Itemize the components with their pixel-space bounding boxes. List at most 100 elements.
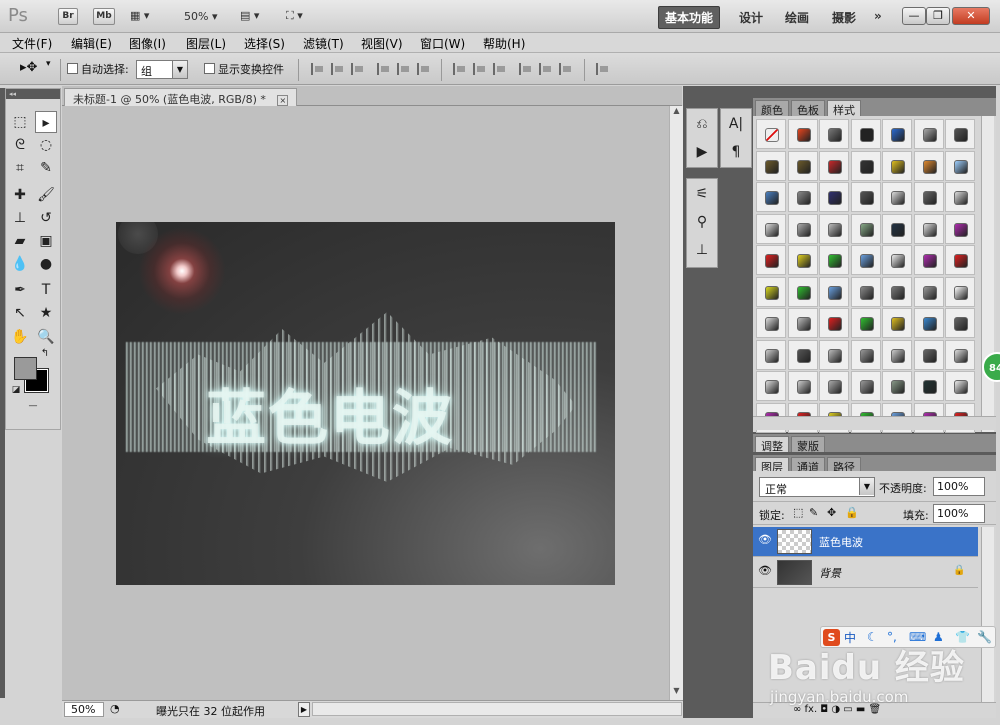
style-swatch[interactable] <box>756 150 786 181</box>
auto-align-icon[interactable] <box>596 63 610 75</box>
align-left-icon[interactable] <box>377 63 391 75</box>
screen-mode-icon[interactable]: ⛶ ▾ <box>286 9 303 25</box>
style-swatch[interactable] <box>913 150 944 181</box>
actions-icon[interactable]: ▶ <box>687 139 717 165</box>
style-swatch[interactable] <box>882 276 912 307</box>
align-top-icon[interactable] <box>311 63 325 75</box>
lasso-tool-icon[interactable]: ᘓ <box>9 134 31 156</box>
layer-row[interactable]: 👁 背景 🔒 <box>753 558 978 588</box>
menu-window[interactable]: 窗口(W) <box>420 35 465 52</box>
style-swatch[interactable] <box>945 308 975 338</box>
lock-position-icon[interactable]: ✥ <box>827 506 836 519</box>
style-swatch[interactable] <box>850 371 881 401</box>
path-selection-tool-icon[interactable]: ↖ <box>9 302 31 324</box>
style-swatch[interactable] <box>787 276 818 307</box>
blur-tool-icon[interactable]: 💧 <box>9 253 31 275</box>
marquee-tool-icon[interactable]: ⬚ <box>9 111 31 133</box>
character-icon[interactable]: A| <box>721 111 751 137</box>
style-swatch[interactable] <box>945 119 975 149</box>
scroll-up-icon[interactable]: ▲ <box>670 106 683 120</box>
tab-adjustments[interactable]: 调整 <box>755 436 789 453</box>
style-swatch[interactable] <box>913 308 944 338</box>
style-swatch[interactable] <box>787 245 818 275</box>
workspace-photography[interactable]: 摄影 <box>832 9 856 26</box>
style-swatch[interactable] <box>913 119 944 149</box>
style-swatch[interactable] <box>913 213 944 244</box>
style-swatch[interactable] <box>756 371 786 401</box>
style-swatch[interactable] <box>756 308 786 338</box>
distribute-hcenter-icon[interactable] <box>539 63 553 75</box>
style-swatch[interactable] <box>913 371 944 401</box>
scroll-down-icon[interactable]: ▼ <box>670 686 683 700</box>
style-swatch[interactable] <box>756 339 786 370</box>
ime-mode[interactable]: 中 <box>844 629 856 646</box>
style-swatch[interactable] <box>787 150 818 181</box>
style-swatch[interactable] <box>945 339 975 370</box>
style-swatch[interactable] <box>850 182 881 212</box>
menu-filter[interactable]: 滤镜(T) <box>303 35 344 52</box>
history-icon[interactable]: ⎌ <box>687 111 717 137</box>
type-tool-icon[interactable]: T <box>35 279 57 301</box>
close-button[interactable]: ✕ <box>952 7 990 25</box>
lock-pixels-icon[interactable]: ✎ <box>809 506 818 519</box>
layer-row[interactable]: 👁 蓝色电波 <box>753 527 978 557</box>
align-vcenter-icon[interactable] <box>331 63 345 75</box>
history-brush-tool-icon[interactable]: ↺ <box>35 207 57 229</box>
menu-view[interactable]: 视图(V) <box>361 35 403 52</box>
style-swatch[interactable] <box>850 213 881 244</box>
foreground-color-swatch[interactable] <box>14 357 37 380</box>
distribute-top-icon[interactable] <box>453 63 467 75</box>
style-swatch[interactable] <box>787 371 818 401</box>
style-swatch[interactable] <box>850 119 881 149</box>
style-swatch[interactable] <box>819 119 849 149</box>
paragraph-icon[interactable]: ¶ <box>721 139 751 165</box>
wrench-icon[interactable]: 🔧 <box>977 630 992 644</box>
style-swatch[interactable] <box>819 182 849 212</box>
menu-select[interactable]: 选择(S) <box>244 35 285 52</box>
auto-select-checkbox[interactable] <box>67 63 78 74</box>
eyedropper-tool-icon[interactable]: ✎ <box>35 157 57 179</box>
restore-button[interactable]: ❐ <box>926 7 950 25</box>
style-swatch[interactable] <box>819 339 849 370</box>
opacity-input[interactable]: 100% <box>933 477 985 496</box>
clone-source-icon[interactable]: ⊥ <box>687 237 717 263</box>
clone-stamp-tool-icon[interactable]: ⊥ <box>9 207 31 229</box>
distribute-left-icon[interactable] <box>519 63 533 75</box>
close-tab-icon[interactable]: × <box>277 94 289 106</box>
style-swatch[interactable] <box>819 308 849 338</box>
style-swatch[interactable] <box>882 371 912 401</box>
quick-selection-tool-icon[interactable]: ◌ <box>35 134 57 156</box>
style-swatch[interactable] <box>787 182 818 212</box>
style-swatch[interactable] <box>882 150 912 181</box>
tab-swatches[interactable]: 色板 <box>791 100 825 117</box>
moon-icon[interactable]: ☾ <box>867 630 878 644</box>
punctuation-icon[interactable]: °, <box>887 630 897 644</box>
auto-select-dropdown[interactable]: 组 ▼ <box>136 60 188 79</box>
style-swatch[interactable] <box>756 276 786 307</box>
style-swatch[interactable] <box>945 371 975 401</box>
style-swatch[interactable] <box>882 308 912 338</box>
style-swatch[interactable] <box>787 119 818 149</box>
tab-styles[interactable]: 样式 <box>827 100 861 117</box>
tab-masks[interactable]: 蒙版 <box>791 436 825 453</box>
bridge-button[interactable]: Br <box>58 8 78 25</box>
eraser-tool-icon[interactable]: ▰ <box>9 230 31 252</box>
style-swatch[interactable] <box>819 245 849 275</box>
align-right-icon[interactable] <box>417 63 431 75</box>
pen-tool-icon[interactable]: ✒ <box>9 279 31 301</box>
keyboard-icon[interactable]: ⌨ <box>909 630 926 644</box>
layer-name[interactable]: 背景 <box>819 565 841 581</box>
tools-panel-header[interactable]: ◂◂ <box>6 89 60 99</box>
style-swatch[interactable] <box>850 245 881 275</box>
align-hcenter-icon[interactable] <box>397 63 411 75</box>
eye-icon[interactable]: 👁 <box>757 533 773 549</box>
hand-tool-icon[interactable]: ✋ <box>9 326 31 348</box>
more-workspaces-icon[interactable]: » <box>874 9 882 23</box>
style-swatch[interactable] <box>913 276 944 307</box>
mini-bridge-button[interactable]: Mb <box>93 8 115 25</box>
view-extras-icon[interactable]: ▦ ▾ <box>130 9 149 25</box>
zoom-input[interactable]: 50% <box>64 702 104 717</box>
style-swatch[interactable] <box>756 119 786 149</box>
brush-tool-icon[interactable]: 🖌 <box>35 184 57 206</box>
canvas-area[interactable]: 蓝色电波 <box>62 106 669 700</box>
